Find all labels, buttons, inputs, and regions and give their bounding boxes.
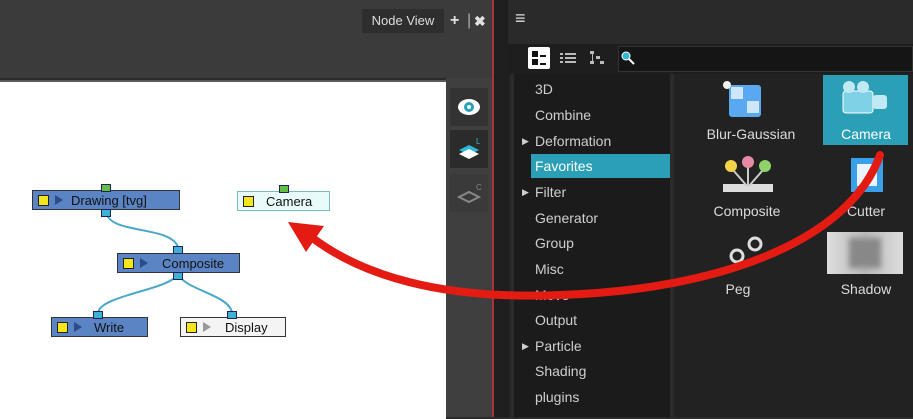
- write-node[interactable]: Write: [51, 317, 148, 337]
- node-label: Display: [225, 319, 268, 335]
- category-combine[interactable]: Combine: [522, 103, 670, 127]
- item-blur-gaussian[interactable]: Blur-Gaussian: [689, 75, 813, 145]
- input-port[interactable]: [279, 185, 289, 193]
- grid-view-icon: [532, 51, 546, 65]
- item-label: Camera: [841, 126, 891, 142]
- list-view-icon: [560, 53, 576, 63]
- node-checkbox[interactable]: [38, 194, 49, 206]
- camera-node[interactable]: Camera: [237, 191, 330, 211]
- item-camera[interactable]: Camera: [823, 75, 908, 145]
- drawing-node[interactable]: Drawing [tvg]: [32, 190, 180, 210]
- expand-arrow-icon[interactable]: ▶: [522, 334, 529, 358]
- item-cutter[interactable]: Cutter: [823, 152, 908, 222]
- cutter-icon: [851, 158, 883, 192]
- svg-text:C: C: [476, 183, 482, 192]
- input-port[interactable]: [93, 311, 103, 319]
- search-icon[interactable]: [620, 50, 636, 66]
- category-shading[interactable]: Shading: [522, 359, 670, 383]
- node-label: Camera: [266, 193, 313, 209]
- category-3d[interactable]: 3D: [522, 77, 670, 101]
- node-checkbox[interactable]: [243, 195, 254, 207]
- layers-outline-icon: C: [456, 183, 482, 204]
- composite-node[interactable]: Composite: [117, 253, 240, 273]
- item-label: Cutter: [846, 203, 886, 219]
- composite-icon: [723, 156, 773, 192]
- node-checkbox[interactable]: [186, 321, 197, 333]
- svg-text:L: L: [476, 137, 481, 146]
- peg-icon: [729, 236, 763, 264]
- output-port[interactable]: [173, 272, 183, 280]
- category-plugins[interactable]: plugins: [522, 385, 670, 409]
- menu-icon[interactable]: ≡: [515, 8, 526, 29]
- category-deformation[interactable]: ▶ Deformation: [522, 129, 670, 153]
- node-label: Write: [94, 319, 125, 335]
- play-icon: [140, 258, 148, 268]
- library-search-field[interactable]: [618, 46, 913, 72]
- layer-button[interactable]: L: [450, 130, 488, 168]
- composite-layer-button[interactable]: C: [450, 174, 488, 212]
- add-view-button[interactable]: +: [450, 9, 459, 33]
- blur-icon: [723, 81, 761, 117]
- expand-arrow-icon[interactable]: ▶: [522, 129, 529, 153]
- list-view-button[interactable]: [557, 47, 579, 69]
- item-shadow[interactable]: Shadow: [823, 230, 908, 300]
- expand-arrow-icon[interactable]: ▶: [522, 180, 529, 204]
- node-checkbox[interactable]: [123, 257, 134, 269]
- node-label: Drawing [tvg]: [71, 192, 147, 208]
- item-composite[interactable]: Composite: [689, 152, 813, 222]
- item-label: Composite: [713, 203, 781, 219]
- grid-view-button[interactable]: [528, 47, 550, 69]
- close-view-button[interactable]: ✖: [474, 9, 486, 33]
- input-port[interactable]: [173, 246, 183, 254]
- play-icon: [203, 322, 211, 332]
- category-move[interactable]: Move: [522, 283, 670, 307]
- item-label: Shadow: [840, 281, 892, 297]
- tree-view-button[interactable]: [586, 47, 608, 69]
- play-icon: [74, 322, 82, 332]
- library-header: [508, 0, 913, 44]
- node-view-side-toolbar: [446, 78, 492, 417]
- shadow-icon: [827, 232, 903, 274]
- category-particle[interactable]: ▶ Particle: [522, 334, 670, 358]
- category-misc[interactable]: Misc: [522, 257, 670, 281]
- tree-view-icon: [590, 51, 604, 64]
- preview-toggle-button[interactable]: [450, 88, 488, 126]
- category-output[interactable]: Output: [522, 308, 670, 332]
- item-peg[interactable]: Peg: [689, 230, 813, 300]
- category-group[interactable]: Group: [522, 231, 670, 255]
- item-label: Peg: [725, 281, 751, 297]
- node-checkbox[interactable]: [57, 321, 68, 333]
- item-label: Blur-Gaussian: [706, 126, 796, 142]
- category-favorites[interactable]: Favorites: [531, 154, 670, 178]
- input-port[interactable]: [101, 184, 111, 192]
- display-node[interactable]: Display: [180, 317, 286, 337]
- layers-icon: L: [459, 137, 481, 159]
- input-port[interactable]: [227, 311, 237, 319]
- separator: |: [467, 12, 472, 29]
- category-generator[interactable]: Generator: [522, 206, 670, 230]
- play-icon: [55, 195, 63, 205]
- camera-icon: [842, 81, 887, 114]
- eye-icon: [458, 99, 480, 115]
- category-filter[interactable]: ▶ Filter: [522, 180, 670, 204]
- output-port[interactable]: [101, 209, 111, 217]
- node-label: Composite: [162, 255, 225, 271]
